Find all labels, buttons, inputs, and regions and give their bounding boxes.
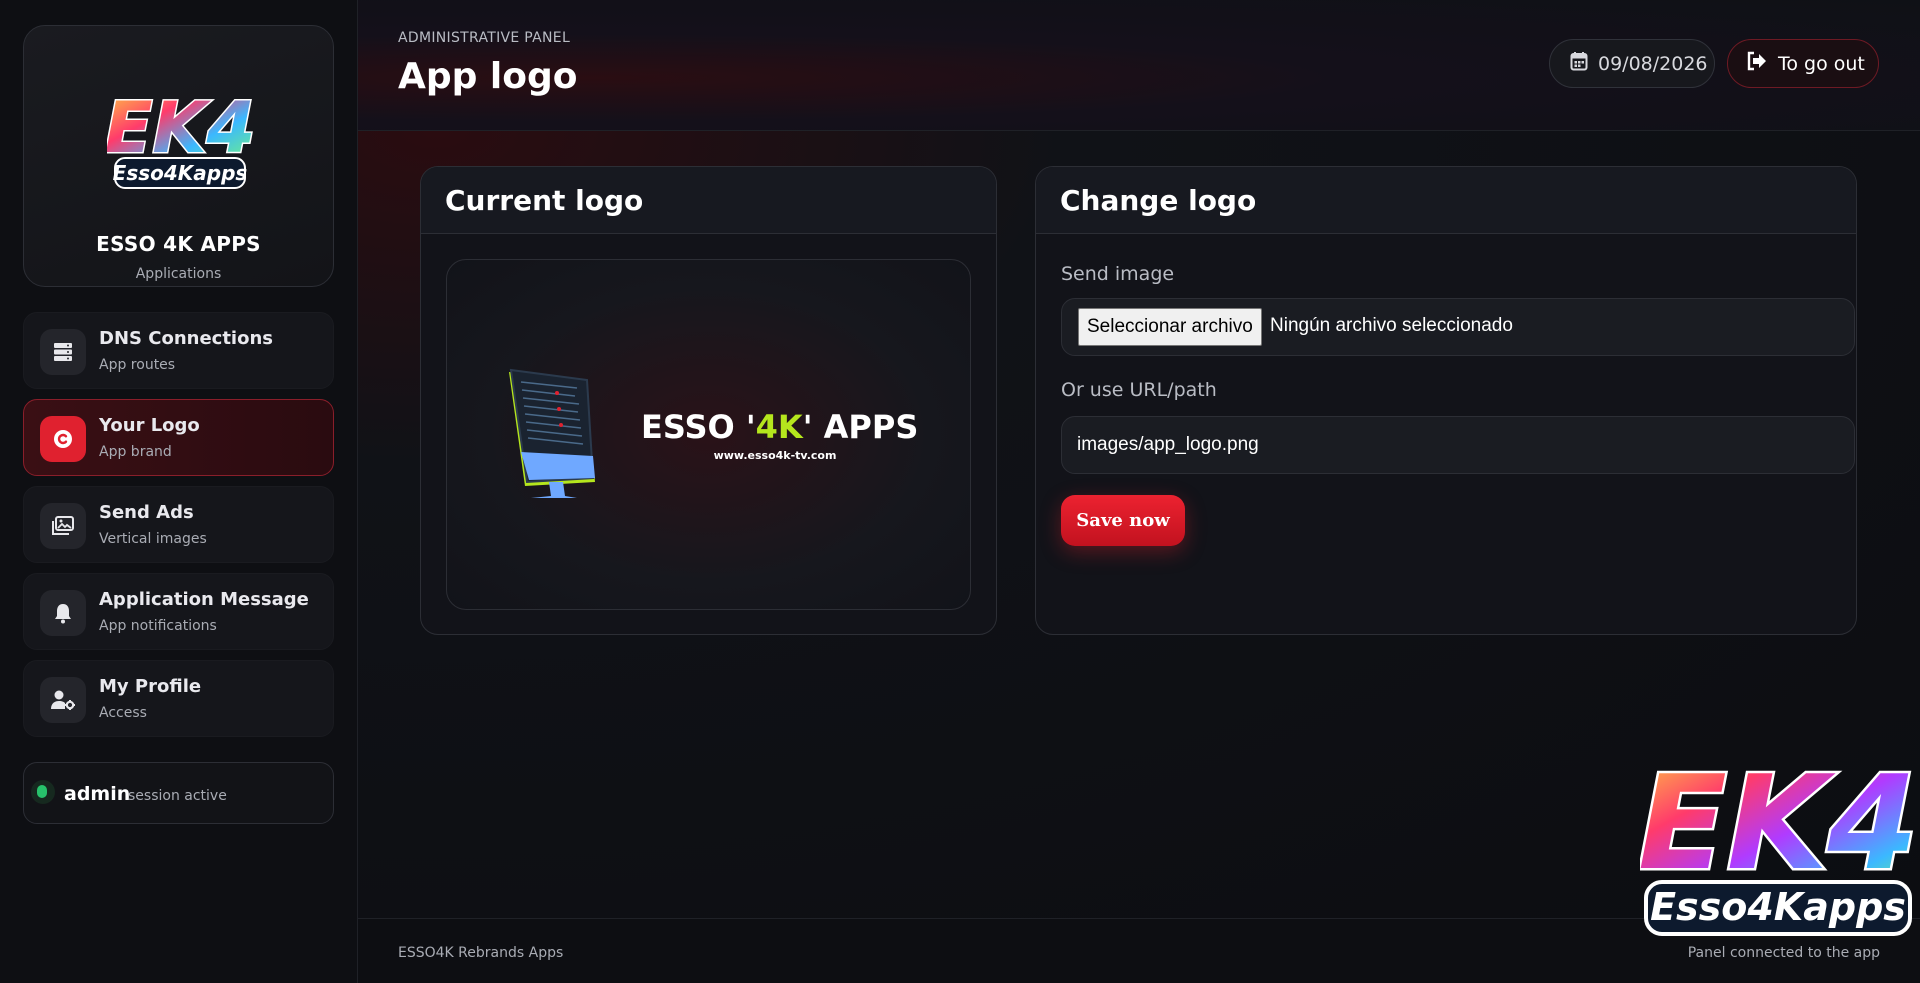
logo-website: www.esso4k-tv.com [714, 449, 837, 462]
url-path-input[interactable]: images/app_logo.png [1061, 416, 1855, 474]
sidebar-item-send-ads[interactable]: Send Ads Vertical images [23, 486, 334, 563]
card-header: Current logo [421, 167, 996, 234]
sidebar-item-title: My Profile [99, 676, 202, 697]
brand-name: ESSO 4K APPS [96, 232, 261, 256]
card-header: Change logo [1036, 167, 1856, 234]
copyright-icon [40, 416, 86, 462]
header: ADMINISTRATIVE PANEL App logo 09/08/2026… [358, 0, 1920, 131]
footer-left-text: ESSO4K Rebrands Apps [398, 945, 564, 961]
brand-subtitle: Applications [135, 266, 222, 282]
sidebar-item-title: Your Logo [99, 415, 200, 436]
page-title: App logo [398, 56, 578, 97]
svg-text:EK4: EK4 [1640, 747, 1916, 899]
logout-button[interactable]: To go out [1727, 39, 1879, 88]
sidebar-item-my-profile[interactable]: My Profile Access [23, 660, 334, 737]
send-image-label: Send image [1061, 263, 1175, 285]
save-button[interactable]: Save now [1061, 495, 1185, 546]
sidebar-item-dns-connections[interactable]: DNS Connections App routes [23, 312, 334, 389]
sidebar: EK4 Esso4Kapps ESSO 4K APPS Applications… [0, 0, 358, 983]
images-icon [40, 503, 86, 549]
file-input[interactable]: Seleccionar archivo Ningún archivo selec… [1061, 298, 1855, 356]
logo-brand-text-accent: 4K [756, 408, 804, 446]
svg-text:Esso4Kapps: Esso4Kapps [113, 161, 248, 185]
logo-brand-text-left: ESSO ' [641, 408, 756, 446]
sidebar-item-title: DNS Connections [99, 328, 273, 349]
change-logo-card: Change logo Send image Seleccionar archi… [1035, 166, 1857, 635]
sidebar-item-subtitle: App notifications [99, 618, 217, 634]
sidebar-item-title: Application Message [99, 589, 309, 610]
online-indicator [31, 780, 55, 804]
card-title: Current logo [445, 183, 644, 217]
sidebar-item-application-message[interactable]: Application Message App notifications [23, 573, 334, 650]
current-date: 09/08/2026 [1598, 52, 1708, 75]
logout-label: To go out [1778, 52, 1865, 75]
logo-preview-image: ESSO '4K' APPS www.esso4k-tv.com [509, 368, 918, 498]
calendar-icon [1570, 51, 1588, 76]
session-status-text: session active [128, 788, 227, 804]
choose-file-button[interactable]: Seleccionar archivo [1078, 308, 1262, 346]
url-label: Or use URL/path [1061, 379, 1217, 401]
date-pill: 09/08/2026 [1549, 39, 1715, 88]
sidebar-item-subtitle: App routes [99, 357, 176, 373]
card-title: Change logo [1060, 183, 1257, 217]
logo-brand-text-right: ' APPS [803, 408, 919, 446]
brand-logo: EK4 Esso4Kapps [107, 86, 253, 189]
logo-preview: ESSO '4K' APPS www.esso4k-tv.com [446, 259, 971, 610]
user-gear-icon [40, 677, 86, 723]
server-icon [40, 329, 86, 375]
sidebar-item-your-logo[interactable]: Your Logo App brand [23, 399, 334, 476]
sidebar-item-subtitle: App brand [99, 444, 172, 460]
sidebar-item-subtitle: Access [99, 705, 147, 721]
file-status: Ningún archivo seleccionado [1270, 315, 1513, 336]
sidebar-item-title: Send Ads [99, 502, 194, 523]
brand-card: EK4 Esso4Kapps ESSO 4K APPS Applications [23, 25, 334, 287]
session-status: admin session active [23, 762, 334, 824]
svg-text:Esso4Kapps: Esso4Kapps [1650, 885, 1906, 929]
floating-brand-logo: EK4 Esso4Kapps [1640, 745, 1916, 936]
bell-icon [40, 590, 86, 636]
current-logo-card: Current logo ESSO '4K' APPS www.esso4k-t… [420, 166, 997, 635]
session-username: admin [64, 783, 131, 805]
svg-text:EK4: EK4 [107, 87, 253, 169]
svg-text:ESSO '4K' APPS: ESSO '4K' APPS [641, 408, 918, 446]
sidebar-item-subtitle: Vertical images [99, 531, 207, 547]
page-eyebrow: ADMINISTRATIVE PANEL [398, 30, 571, 46]
sign-out-icon [1746, 51, 1768, 76]
